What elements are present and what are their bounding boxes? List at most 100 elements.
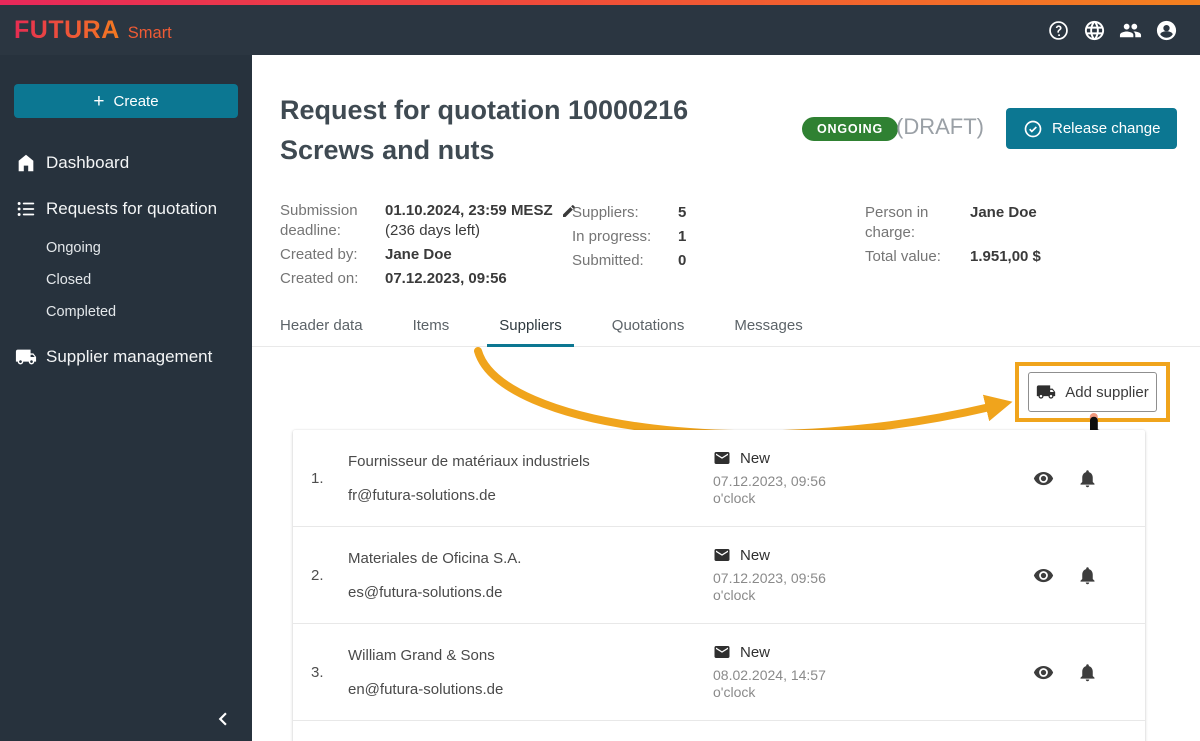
tab-header-data[interactable]: Header data — [268, 308, 375, 347]
sidebar-nav: Dashboard Requests for quotation Ongoing… — [0, 140, 252, 380]
supplier-email: fr@futura-solutions.de — [348, 486, 496, 504]
meta-column-owner: Person in charge: Jane Doe Total value: … — [865, 203, 1041, 267]
home-icon — [15, 152, 37, 174]
sidebar-item-ongoing[interactable]: Ongoing — [0, 232, 252, 264]
create-button[interactable]: + Create — [14, 84, 238, 118]
mail-icon — [713, 449, 731, 467]
plus-icon: + — [93, 90, 105, 112]
status-badge: ONGOING — [802, 117, 899, 141]
sidebar-item-requests[interactable]: Requests for quotation — [0, 186, 252, 232]
page-title-line1: Request for quotation 10000216 — [280, 95, 689, 125]
supplier-name: Fournisseur de matériaux industriels — [348, 452, 590, 470]
truck-icon — [15, 346, 37, 368]
status-date-suffix: o'clock — [713, 587, 756, 603]
add-supplier-label: Add supplier — [1065, 383, 1149, 401]
sidebar-item-supplier-management[interactable]: Supplier management — [0, 334, 252, 380]
status-date: 08.02.2024, 14:57 — [713, 667, 826, 683]
sidebar-item-label: Dashboard — [46, 153, 130, 172]
sidebar-item-closed[interactable]: Closed — [0, 264, 252, 296]
list-icon — [15, 198, 37, 220]
supplier-info: Fournisseur de matériaux industriels fr@… — [341, 453, 713, 504]
created-by-label: Created by: — [280, 246, 358, 263]
page-title-line2: Screws and nuts — [280, 135, 495, 165]
status-date-suffix: o'clock — [713, 490, 756, 506]
row-actions — [1033, 565, 1123, 586]
view-eye-icon[interactable] — [1033, 565, 1054, 586]
row-actions — [1033, 662, 1123, 683]
sidebar-item-completed[interactable]: Completed — [0, 296, 252, 328]
supplier-name: Materiales de Oficina S.A. — [348, 549, 522, 567]
suppliers-count-value: 5 — [678, 204, 687, 221]
supplier-row: 3. William Grand & Sons en@futura-soluti… — [293, 624, 1145, 721]
annotation-highlight-box: Add supplier — [1015, 362, 1170, 422]
supplier-row: 1. Fournisseur de matériaux industriels … — [293, 430, 1145, 527]
status-text: New — [740, 449, 771, 467]
app-window: FUTURA Smart + Create Dashboard Requests… — [0, 0, 1200, 741]
check-circle-icon — [1023, 119, 1043, 139]
notification-bell-icon[interactable] — [1077, 565, 1098, 586]
row-index: 1. — [311, 469, 324, 487]
mail-icon — [713, 643, 731, 661]
meta-column-counts: Suppliers: 5 In progress: 1 Submitted: 0 — [572, 203, 686, 271]
notification-bell-icon[interactable] — [1077, 662, 1098, 683]
sidebar: + Create Dashboard Requests for quotatio… — [0, 55, 252, 741]
row-index: 3. — [311, 663, 324, 681]
mail-icon — [713, 546, 731, 564]
account-icon[interactable] — [1155, 19, 1178, 42]
created-on-label: Created on: — [280, 270, 359, 287]
add-supplier-button[interactable]: Add supplier — [1028, 372, 1157, 412]
sidebar-collapse-chevron-icon[interactable] — [210, 706, 236, 732]
supplier-status: New 07.12.2023, 09:56 o'clock — [713, 546, 1033, 604]
supplier-info: Materiales de Oficina S.A. es@futura-sol… — [341, 550, 713, 601]
help-icon[interactable] — [1047, 19, 1070, 42]
release-change-button[interactable]: Release change — [1006, 108, 1178, 149]
tab-bar: Header data Items Suppliers Quotations M… — [252, 308, 1200, 347]
row-actions — [1033, 468, 1123, 489]
release-change-label: Release change — [1052, 120, 1161, 137]
tab-messages[interactable]: Messages — [722, 308, 814, 347]
top-bar: FUTURA Smart — [0, 5, 1200, 55]
notification-bell-icon[interactable] — [1077, 468, 1098, 489]
status-date: 07.12.2023, 09:56 — [713, 570, 826, 586]
status-text: New — [740, 643, 771, 661]
view-eye-icon[interactable] — [1033, 468, 1054, 489]
tab-items[interactable]: Items — [401, 308, 462, 347]
supplier-status: New 08.02.2024, 14:57 o'clock — [713, 643, 1033, 701]
status-date: 07.12.2023, 09:56 — [713, 473, 826, 489]
suppliers-count-label: Suppliers: — [572, 204, 639, 221]
total-value-label: Total value: — [865, 248, 941, 265]
supplier-name: William Grand & Sons — [348, 646, 495, 664]
days-left-value: (236 days left) — [385, 222, 481, 239]
tab-suppliers[interactable]: Suppliers — [487, 308, 574, 347]
submitted-value: 0 — [678, 252, 687, 269]
status-text: New — [740, 546, 771, 564]
created-on-value: 07.12.2023, 09:56 — [385, 270, 507, 287]
supplier-info: William Grand & Sons en@futura-solutions… — [341, 647, 713, 698]
create-button-label: Create — [113, 92, 159, 110]
person-in-charge-label: Person in charge: — [865, 204, 929, 241]
truck-icon — [1036, 382, 1056, 402]
view-eye-icon[interactable] — [1033, 662, 1054, 683]
brand-logo: FUTURA Smart — [14, 16, 172, 45]
requests-sub-list: Ongoing Closed Completed — [0, 232, 252, 334]
draft-label: (DRAFT) — [896, 114, 984, 139]
supplier-email: en@futura-solutions.de — [348, 680, 504, 698]
supplier-row: 2. Materiales de Oficina S.A. es@futura-… — [293, 527, 1145, 624]
submission-deadline-value: 01.10.2024, 23:59 MESZ — [385, 202, 553, 219]
meta-column-dates: Submission deadline: 01.10.2024, 23:59 M… — [280, 201, 577, 289]
sidebar-item-label: Requests for quotation — [46, 199, 218, 218]
language-globe-icon[interactable] — [1083, 19, 1106, 42]
main-content: Request for quotation 10000216 Screws an… — [252, 55, 1200, 741]
brand-suffix: Smart — [127, 23, 172, 42]
created-by-value: Jane Doe — [385, 246, 452, 263]
page-title: Request for quotation 10000216 Screws an… — [280, 90, 688, 170]
status-date-suffix: o'clock — [713, 684, 756, 700]
sidebar-item-dashboard[interactable]: Dashboard — [0, 140, 252, 186]
supplier-email: es@futura-solutions.de — [348, 583, 503, 601]
tab-quotations[interactable]: Quotations — [600, 308, 697, 347]
submission-deadline-label: Submission deadline: — [280, 202, 358, 239]
user-group-icon[interactable] — [1119, 19, 1142, 42]
sidebar-item-label: Supplier management — [46, 347, 213, 366]
total-value-value: 1.951,00 $ — [970, 248, 1041, 265]
brand-name: FUTURA — [14, 15, 120, 44]
